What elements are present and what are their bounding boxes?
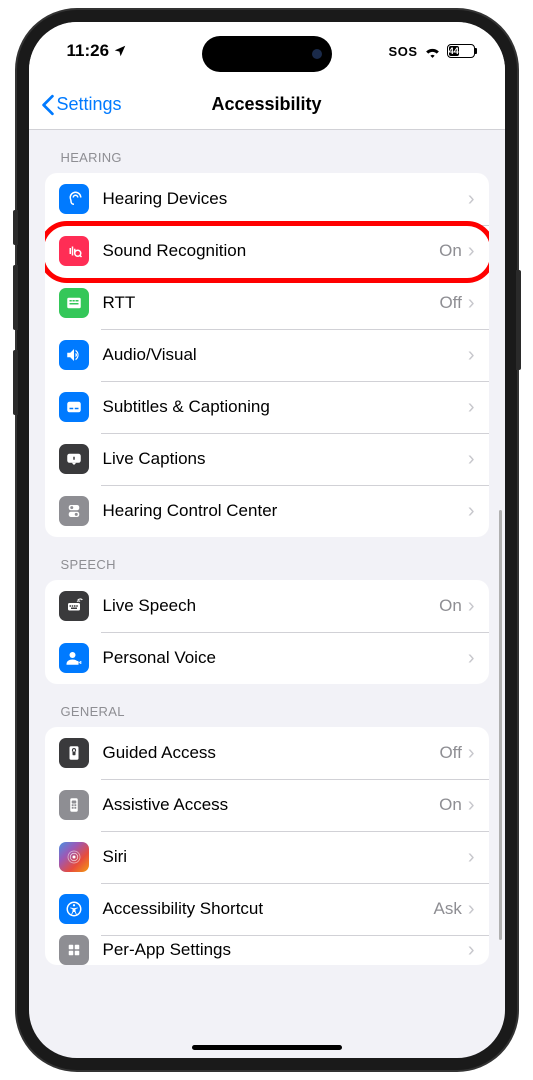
row-label: Siri bbox=[103, 847, 468, 867]
row-value: Off bbox=[439, 743, 461, 763]
row-live-speech[interactable]: Live Speech On › bbox=[45, 580, 489, 632]
row-hearing-devices[interactable]: Hearing Devices › bbox=[45, 173, 489, 225]
row-label: Personal Voice bbox=[103, 648, 468, 668]
chevron-right-icon: › bbox=[468, 939, 475, 962]
hearing-devices-icon bbox=[59, 184, 89, 214]
row-label: Live Speech bbox=[103, 596, 440, 616]
dynamic-island bbox=[202, 36, 332, 72]
nav-bar: Settings Accessibility bbox=[29, 80, 505, 130]
row-label: Per-App Settings bbox=[103, 940, 468, 960]
phone-frame: 11:26 SOS 44 Settings Accessibility bbox=[17, 10, 517, 1070]
guided-access-icon bbox=[59, 738, 89, 768]
row-value: Ask bbox=[433, 899, 461, 919]
page-title: Accessibility bbox=[211, 94, 321, 115]
chevron-right-icon: › bbox=[468, 448, 475, 471]
row-label: Accessibility Shortcut bbox=[103, 899, 434, 919]
chevron-right-icon: › bbox=[468, 647, 475, 670]
row-audio-visual[interactable]: Audio/Visual › bbox=[45, 329, 489, 381]
row-value: On bbox=[439, 596, 462, 616]
live-captions-icon bbox=[59, 444, 89, 474]
group-general: Guided Access Off › Assistive Access On … bbox=[45, 727, 489, 965]
row-subtitles-captioning[interactable]: Subtitles & Captioning › bbox=[45, 381, 489, 433]
location-icon bbox=[113, 44, 127, 58]
rtt-icon bbox=[59, 288, 89, 318]
row-value: On bbox=[439, 795, 462, 815]
chevron-right-icon: › bbox=[468, 898, 475, 921]
chevron-right-icon: › bbox=[468, 742, 475, 765]
row-label: Hearing Devices bbox=[103, 189, 468, 209]
chevron-right-icon: › bbox=[468, 500, 475, 523]
row-rtt[interactable]: RTT Off › bbox=[45, 277, 489, 329]
per-app-icon bbox=[59, 935, 89, 965]
section-header-general: GENERAL bbox=[45, 684, 489, 727]
content-scroll[interactable]: HEARING Hearing Devices › Sound Recognit… bbox=[29, 130, 505, 1046]
sound-recognition-icon bbox=[59, 236, 89, 266]
row-label: Subtitles & Captioning bbox=[103, 397, 468, 417]
sos-indicator: SOS bbox=[389, 44, 418, 59]
row-guided-access[interactable]: Guided Access Off › bbox=[45, 727, 489, 779]
row-accessibility-shortcut[interactable]: Accessibility Shortcut Ask › bbox=[45, 883, 489, 935]
siri-icon bbox=[59, 842, 89, 872]
back-button[interactable]: Settings bbox=[41, 94, 122, 116]
screen: 11:26 SOS 44 Settings Accessibility bbox=[29, 22, 505, 1058]
accessibility-shortcut-icon bbox=[59, 894, 89, 924]
scroll-indicator[interactable] bbox=[499, 510, 502, 940]
group-speech: Live Speech On › Personal Voice › bbox=[45, 580, 489, 684]
row-label: RTT bbox=[103, 293, 440, 313]
section-header-speech: SPEECH bbox=[45, 537, 489, 580]
chevron-right-icon: › bbox=[468, 292, 475, 315]
chevron-right-icon: › bbox=[468, 846, 475, 869]
row-label: Sound Recognition bbox=[103, 241, 440, 261]
chevron-right-icon: › bbox=[468, 396, 475, 419]
chevron-right-icon: › bbox=[468, 794, 475, 817]
row-siri[interactable]: Siri › bbox=[45, 831, 489, 883]
row-label: Assistive Access bbox=[103, 795, 440, 815]
row-label: Guided Access bbox=[103, 743, 440, 763]
back-label: Settings bbox=[57, 94, 122, 115]
personal-voice-icon bbox=[59, 643, 89, 673]
chevron-left-icon bbox=[41, 94, 55, 116]
row-live-captions[interactable]: Live Captions › bbox=[45, 433, 489, 485]
chevron-right-icon: › bbox=[468, 188, 475, 211]
row-sound-recognition[interactable]: Sound Recognition On › bbox=[45, 225, 489, 277]
home-indicator[interactable] bbox=[192, 1045, 342, 1050]
chevron-right-icon: › bbox=[468, 240, 475, 263]
chevron-right-icon: › bbox=[468, 595, 475, 618]
row-value: Off bbox=[439, 293, 461, 313]
chevron-right-icon: › bbox=[468, 344, 475, 367]
subtitles-icon bbox=[59, 392, 89, 422]
row-label: Hearing Control Center bbox=[103, 501, 468, 521]
section-header-hearing: HEARING bbox=[45, 130, 489, 173]
battery-icon: 44 bbox=[447, 44, 475, 58]
audio-visual-icon bbox=[59, 340, 89, 370]
row-per-app-settings[interactable]: Per-App Settings › bbox=[45, 935, 489, 965]
group-hearing: Hearing Devices › Sound Recognition On › bbox=[45, 173, 489, 537]
row-hearing-control-center[interactable]: Hearing Control Center › bbox=[45, 485, 489, 537]
status-time: 11:26 bbox=[67, 41, 110, 61]
row-label: Live Captions bbox=[103, 449, 468, 469]
hearing-control-icon bbox=[59, 496, 89, 526]
row-personal-voice[interactable]: Personal Voice › bbox=[45, 632, 489, 684]
wifi-icon bbox=[424, 45, 441, 58]
row-assistive-access[interactable]: Assistive Access On › bbox=[45, 779, 489, 831]
live-speech-icon bbox=[59, 591, 89, 621]
assistive-access-icon bbox=[59, 790, 89, 820]
row-value: On bbox=[439, 241, 462, 261]
row-label: Audio/Visual bbox=[103, 345, 468, 365]
